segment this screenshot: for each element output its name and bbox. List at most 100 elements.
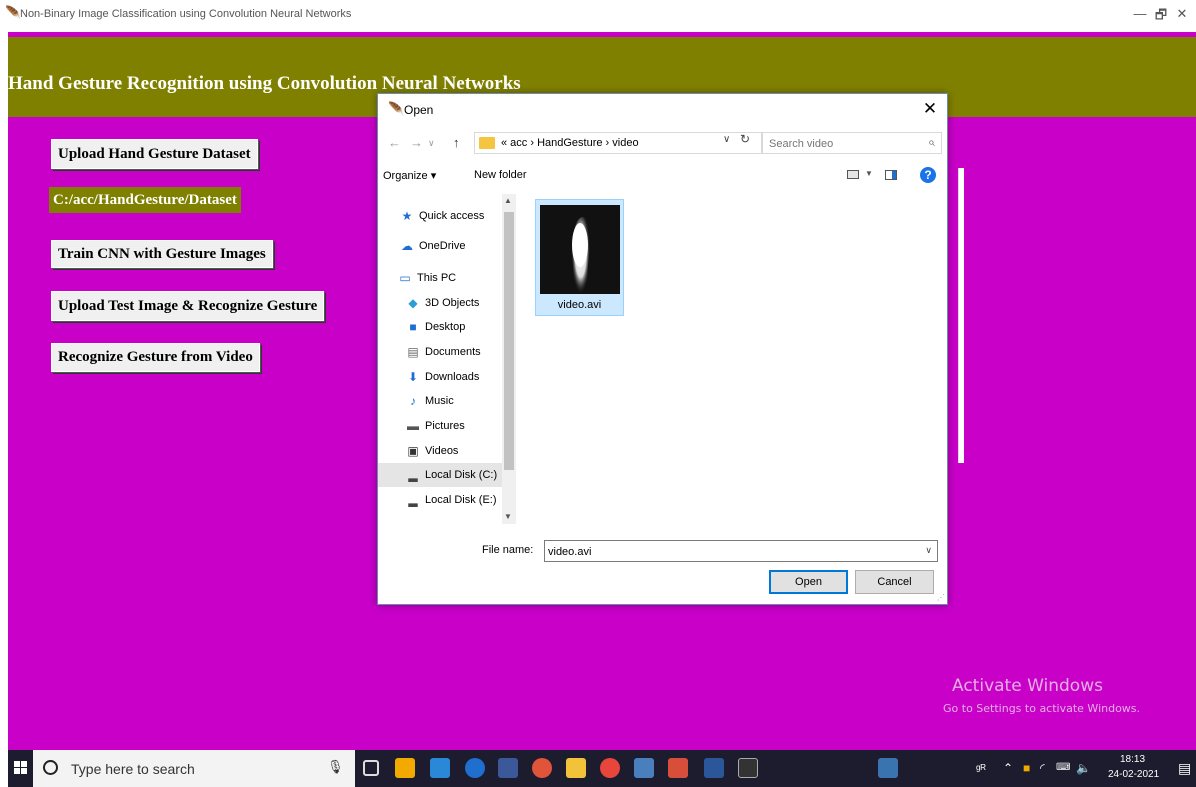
scroll-up-icon[interactable]: ▲ bbox=[504, 196, 512, 205]
nav-item-downloads[interactable]: ⬇ Downloads bbox=[378, 365, 503, 389]
wifi-icon[interactable]: ◜ bbox=[1040, 761, 1045, 775]
show-hidden-icons-chevron-icon[interactable]: ⌃ bbox=[1003, 761, 1013, 775]
new-folder-button[interactable]: New folder bbox=[474, 169, 527, 181]
up-arrow-icon[interactable]: ↑ bbox=[453, 135, 460, 150]
people-icon[interactable]: ᵍᴿ bbox=[976, 762, 986, 776]
desktop-icon: ■ bbox=[409, 320, 417, 334]
upload-test-image-button[interactable]: Upload Test Image & Recognize Gesture bbox=[51, 291, 325, 321]
task-view-icon[interactable] bbox=[363, 760, 379, 776]
change-view-icon[interactable] bbox=[847, 170, 859, 179]
search-input[interactable] bbox=[769, 136, 914, 151]
drive-icon: ▂ bbox=[408, 468, 418, 482]
nav-item-this-pc[interactable]: ▭ This PC bbox=[378, 266, 503, 290]
forward-arrow-icon[interactable]: → bbox=[410, 135, 423, 150]
system-tray: ᵍᴿ ⌃ ■ ◜ ⌨ 🔈 18:13 24-02-2021 ▤ bbox=[968, 750, 1196, 787]
clock-date[interactable]: 24-02-2021 bbox=[1108, 769, 1159, 780]
chrome-icon[interactable] bbox=[600, 758, 620, 778]
chevron-down-icon[interactable]: ∨ bbox=[925, 545, 932, 556]
app-icon[interactable] bbox=[498, 758, 518, 778]
restore-button[interactable]: 🗗 bbox=[1151, 6, 1171, 28]
preview-pane-icon[interactable] bbox=[885, 170, 897, 180]
upload-dataset-button[interactable]: Upload Hand Gesture Dataset bbox=[51, 139, 258, 169]
windows-start-icon[interactable] bbox=[14, 761, 28, 775]
nav-item-3d-objects[interactable]: ◆ 3D Objects bbox=[378, 291, 503, 315]
picture-icon: ▬ bbox=[407, 419, 419, 433]
view-options-dropdown-icon[interactable]: ▼ bbox=[865, 169, 873, 178]
clock-time[interactable]: 18:13 bbox=[1120, 754, 1145, 765]
nav-item-label: Local Disk (E:) bbox=[425, 494, 497, 506]
breadcrumb[interactable]: « acc › HandGesture › video bbox=[501, 137, 639, 149]
store-icon[interactable] bbox=[395, 758, 415, 778]
input-method-icon[interactable]: ⌨ bbox=[1056, 762, 1070, 773]
minimize-button[interactable]: — bbox=[1130, 6, 1150, 21]
train-cnn-button[interactable]: Train CNN with Gesture Images bbox=[51, 240, 273, 268]
nav-item-documents[interactable]: ▤ Documents bbox=[378, 340, 503, 364]
paint-icon[interactable] bbox=[668, 758, 688, 778]
address-row: ← → ∨ ↑ « acc › HandGesture › video ∨ ↻ … bbox=[378, 130, 947, 156]
media-player-icon[interactable] bbox=[532, 758, 552, 778]
notification-icon[interactable]: ▤ bbox=[1178, 760, 1191, 777]
taskbar-search-placeholder: Type here to search bbox=[71, 761, 195, 777]
search-icon[interactable]: ⌕ bbox=[928, 135, 935, 150]
background-text-scrollbar[interactable] bbox=[958, 168, 964, 463]
volume-icon[interactable]: 🔈 bbox=[1076, 761, 1091, 775]
folder-icon bbox=[479, 137, 495, 149]
recent-locations-chevron-icon[interactable]: ∨ bbox=[428, 138, 435, 149]
nav-item-label: Local Disk (C:) bbox=[425, 469, 498, 481]
dialog-close-button[interactable]: ✕ bbox=[919, 98, 941, 120]
microphone-icon[interactable]: 🎙 bbox=[327, 759, 344, 775]
address-bar[interactable]: « acc › HandGesture › video bbox=[474, 132, 762, 154]
address-dropdown-icon[interactable]: ∨ bbox=[723, 134, 730, 145]
taskbar: Type here to search 🎙 ᵍᴿ ⌃ ■ ◜ ⌨ 🔈 18:13… bbox=[8, 750, 1196, 787]
cloud-icon: ☁ bbox=[401, 239, 413, 253]
help-icon[interactable]: ? bbox=[920, 167, 936, 183]
nav-item-pictures[interactable]: ▬ Pictures bbox=[378, 414, 503, 438]
command-prompt-icon[interactable] bbox=[738, 758, 758, 778]
nav-item-label: Desktop bbox=[425, 321, 466, 333]
close-window-button[interactable]: ✕ bbox=[1172, 6, 1192, 22]
python-icon[interactable] bbox=[878, 758, 898, 778]
file-explorer-icon[interactable] bbox=[566, 758, 586, 778]
film-icon: ▣ bbox=[407, 444, 419, 458]
scroll-down-icon[interactable]: ▼ bbox=[504, 512, 512, 521]
tray-app-icon[interactable]: ■ bbox=[1023, 761, 1030, 775]
file-item-video[interactable]: video.avi bbox=[535, 199, 624, 316]
search-field[interactable]: ⌕ bbox=[762, 132, 942, 154]
file-name-input[interactable] bbox=[548, 544, 908, 559]
feather-icon: 🪶 bbox=[388, 101, 405, 116]
drive-icon: ▂ bbox=[408, 493, 418, 507]
mail-icon[interactable] bbox=[430, 758, 450, 778]
document-icon: ▤ bbox=[407, 345, 419, 359]
recognize-video-button[interactable]: Recognize Gesture from Video bbox=[51, 343, 260, 372]
star-icon: ★ bbox=[401, 209, 413, 223]
back-arrow-icon[interactable]: ← bbox=[388, 135, 401, 150]
dataset-path-label: C:/acc/HandGesture/Dataset bbox=[49, 187, 241, 213]
nav-item-videos[interactable]: ▣ Videos bbox=[378, 439, 503, 463]
nav-item-desktop[interactable]: ■ Desktop bbox=[378, 315, 503, 339]
nav-item-local-disk-c[interactable]: ▂ Local Disk (C:) bbox=[378, 463, 503, 487]
edge-browser-icon[interactable] bbox=[465, 758, 485, 778]
refresh-icon[interactable]: ↻ bbox=[740, 132, 750, 146]
nav-item-music[interactable]: ♪ Music bbox=[378, 389, 503, 413]
organize-menu[interactable]: Organize ▾ bbox=[383, 169, 436, 182]
taskbar-search[interactable]: Type here to search 🎙 bbox=[33, 750, 355, 787]
resize-grip-icon[interactable]: ⋰ bbox=[937, 593, 945, 602]
word-icon[interactable] bbox=[704, 758, 724, 778]
open-button[interactable]: Open bbox=[769, 570, 848, 594]
nav-item-label: Downloads bbox=[425, 371, 480, 383]
file-name-label: File name: bbox=[482, 544, 534, 556]
nav-item-label: Videos bbox=[425, 445, 459, 457]
activation-watermark-subtitle: Go to Settings to activate Windows. bbox=[943, 702, 1141, 715]
nav-item-local-disk-e[interactable]: ▂ Local Disk (E:) bbox=[378, 488, 503, 512]
nav-item-onedrive[interactable]: ☁ OneDrive bbox=[378, 234, 503, 258]
navigation-scrollbar[interactable]: ▲ ▼ bbox=[502, 194, 516, 524]
nav-item-label: Music bbox=[425, 395, 454, 407]
scrollbar-thumb[interactable] bbox=[504, 212, 514, 470]
cancel-button[interactable]: Cancel bbox=[855, 570, 934, 594]
nav-item-label: 3D Objects bbox=[425, 297, 480, 309]
file-name-field[interactable]: ∨ bbox=[544, 540, 938, 562]
nav-item-quick-access[interactable]: ★ Quick access bbox=[378, 204, 503, 228]
python-idle-icon[interactable] bbox=[634, 758, 654, 778]
file-name: video.avi bbox=[557, 299, 602, 311]
nav-item-label: Documents bbox=[425, 346, 481, 358]
